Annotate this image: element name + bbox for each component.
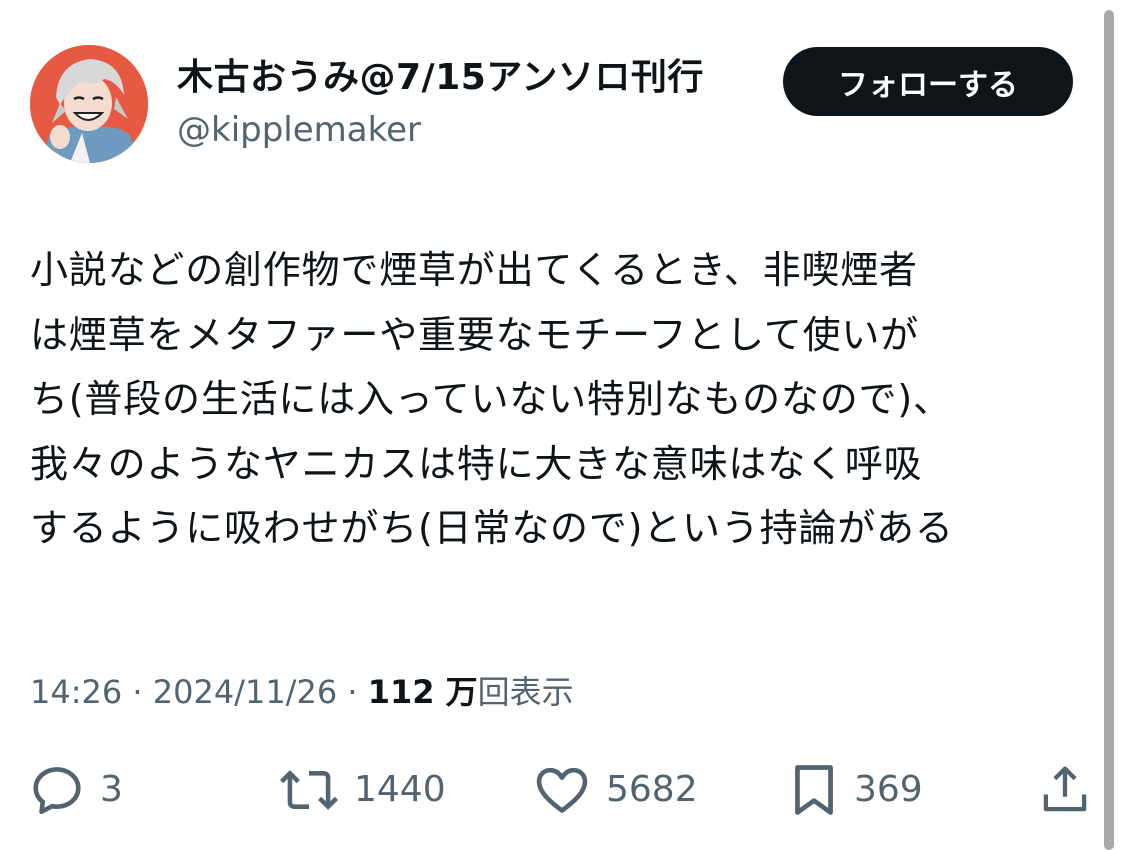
tweet-text-line: は煙草をメタファーや重要なモチーフとして使いが bbox=[30, 312, 919, 357]
tweet-time[interactable]: 14:26 bbox=[30, 673, 122, 711]
reply-button[interactable]: 3 bbox=[28, 750, 123, 830]
bookmark-count: 369 bbox=[854, 769, 923, 810]
like-count: 5682 bbox=[606, 769, 698, 810]
views-count: 112 万 bbox=[367, 673, 478, 711]
follow-button[interactable]: フォローする bbox=[783, 47, 1073, 116]
avatar-illustration bbox=[30, 45, 148, 163]
tweet-text-line: 我々のようなヤニカスは特に大きな意味はなく呼吸 bbox=[30, 441, 923, 486]
bookmark-button[interactable]: 369 bbox=[788, 750, 923, 830]
tweet-meta: 14:26 · 2024/11/26 · 112 万回表示 bbox=[30, 668, 574, 716]
tweet-text-line: するように吸わせがち(日常なので)という持論がある bbox=[30, 506, 954, 550]
tweet-card: 木古おうみ@7/15アンソロ刊行 @kipplemaker フォローする 小説な… bbox=[0, 0, 1125, 850]
retweet-button[interactable]: 1440 bbox=[278, 750, 446, 830]
action-bar: 3 1440 5682 369 bbox=[0, 750, 1125, 830]
like-button[interactable]: 5682 bbox=[532, 750, 698, 830]
tweet-date[interactable]: 2024/11/26 bbox=[153, 673, 337, 711]
retweet-count: 1440 bbox=[354, 769, 446, 810]
share-button[interactable] bbox=[1038, 750, 1092, 830]
avatar[interactable] bbox=[30, 45, 148, 163]
meta-separator: · bbox=[337, 673, 368, 711]
tweet-text-line: 小説などの創作物で煙草が出てくるとき、非喫煙者 bbox=[30, 248, 918, 292]
heart-icon bbox=[532, 761, 592, 819]
tweet-text-line: ち(普段の生活には入っていない特別なものなので)、 bbox=[30, 377, 952, 421]
tweet-text: 小説などの創作物で煙草が出てくるとき、非喫煙者 は煙草をメタファーや重要なモチー… bbox=[30, 238, 1100, 561]
reply-count: 3 bbox=[100, 769, 123, 810]
user-handle[interactable]: @kipplemaker bbox=[177, 106, 421, 154]
views-label: 回表示 bbox=[477, 673, 574, 711]
share-icon bbox=[1038, 761, 1092, 819]
display-name[interactable]: 木古おうみ@7/15アンソロ刊行 bbox=[177, 52, 704, 104]
retweet-icon bbox=[278, 761, 340, 819]
meta-separator: · bbox=[122, 673, 153, 711]
scrollbar[interactable] bbox=[1104, 10, 1114, 850]
reply-icon bbox=[28, 761, 86, 819]
bookmark-icon bbox=[788, 761, 840, 819]
